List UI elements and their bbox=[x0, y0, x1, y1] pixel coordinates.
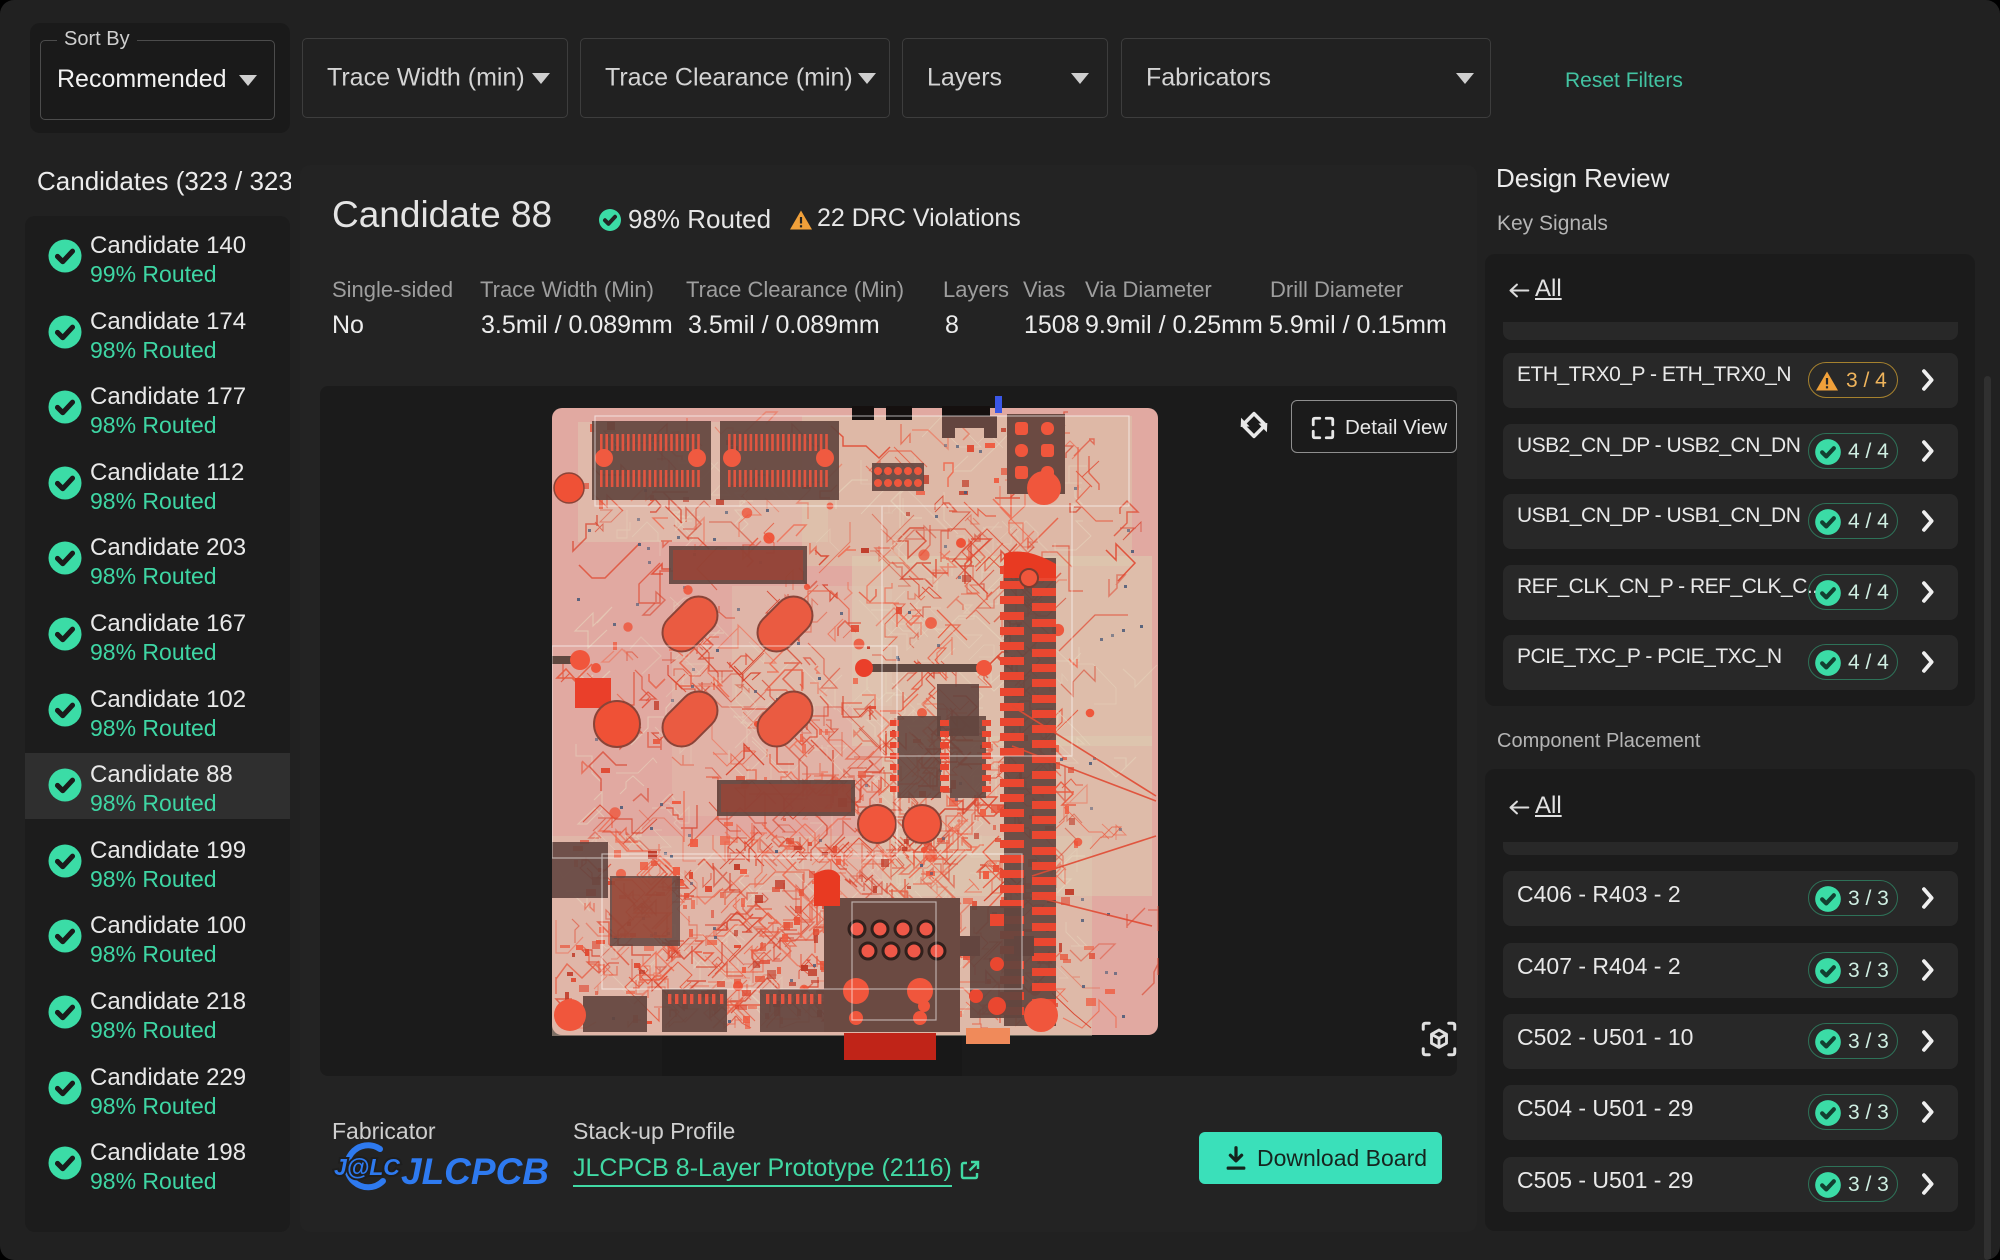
svg-text:JLCPCB: JLCPCB bbox=[401, 1151, 549, 1192]
svg-text:J@LC: J@LC bbox=[334, 1154, 400, 1180]
